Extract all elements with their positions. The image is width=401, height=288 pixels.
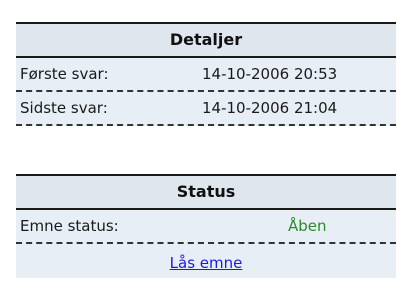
topic-status-label: Emne status: bbox=[20, 217, 119, 235]
last-reply-label: Sidste svar: bbox=[20, 99, 108, 117]
lock-topic-row: Lås emne bbox=[16, 244, 396, 278]
last-reply-row: Sidste svar: 14-10-2006 21:04 bbox=[16, 92, 396, 126]
lock-topic-link[interactable]: Lås emne bbox=[170, 254, 243, 272]
first-reply-row: Første svar: 14-10-2006 20:53 bbox=[16, 58, 396, 92]
status-panel: Status Emne status: Åben Lås emne bbox=[16, 174, 396, 278]
status-header: Status bbox=[16, 174, 396, 210]
details-panel: Detaljer Første svar: 14-10-2006 20:53 S… bbox=[16, 22, 396, 126]
last-reply-value: 14-10-2006 21:04 bbox=[202, 99, 338, 117]
topic-status-value: Åben bbox=[288, 217, 327, 235]
details-header: Detaljer bbox=[16, 22, 396, 58]
details-body: Første svar: 14-10-2006 20:53 Sidste sva… bbox=[16, 58, 396, 126]
status-body: Emne status: Åben Lås emne bbox=[16, 210, 396, 278]
topic-status-row: Emne status: Åben bbox=[16, 210, 396, 244]
first-reply-label: Første svar: bbox=[20, 65, 109, 83]
first-reply-value: 14-10-2006 20:53 bbox=[202, 65, 338, 83]
forum-sidebar: Detaljer Første svar: 14-10-2006 20:53 S… bbox=[0, 0, 401, 288]
